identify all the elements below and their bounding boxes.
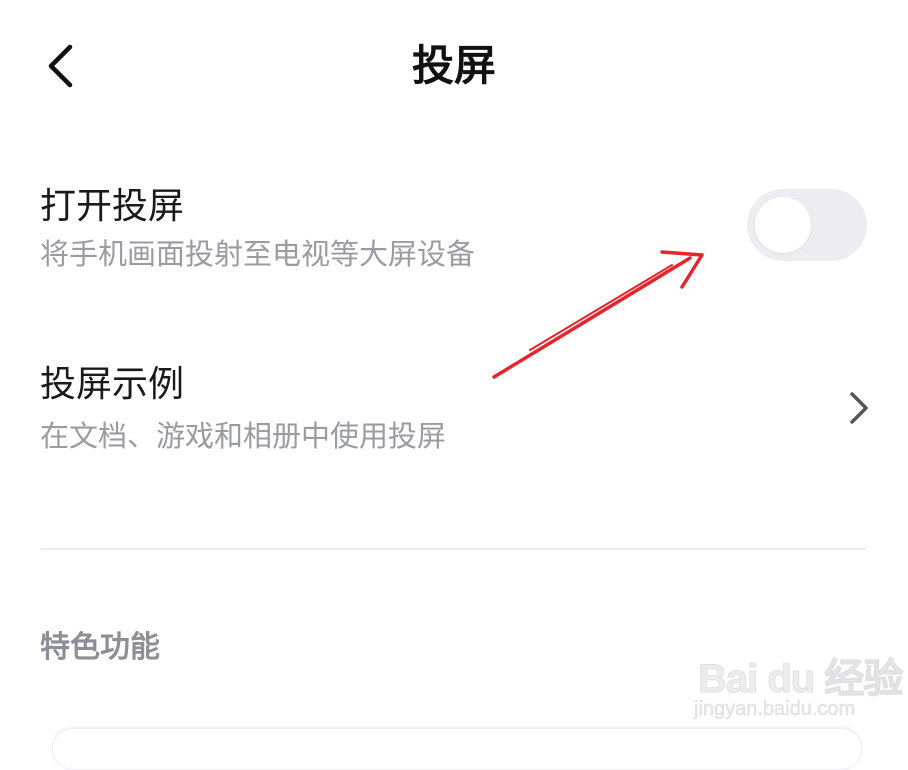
toggle-knob [755, 197, 811, 253]
chevron-right-icon [850, 392, 868, 424]
screen-cast-examples-row[interactable]: 投屏示例 在文档、游戏和相册中使用投屏 [0, 350, 908, 470]
row-title: 打开投屏 [40, 186, 185, 227]
page-title: 投屏 [411, 41, 496, 90]
row-subtitle: 将手机画面投射至电视等大屏设备 [40, 237, 476, 271]
baidu-jingyan-watermark: Bai du 经验 jingyan.baidu.com [690, 640, 904, 730]
screen-cast-toggle[interactable] [747, 189, 867, 261]
app-header: 投屏 [0, 0, 908, 140]
section-label: 特色功能 [40, 630, 160, 665]
row-subtitle: 在文档、游戏和相册中使用投屏 [40, 419, 447, 453]
feature-card[interactable] [52, 728, 862, 770]
watermark-url: jingyan.baidu.com [694, 698, 856, 721]
row-title: 投屏示例 [40, 364, 185, 405]
watermark-logo: Bai du 经验 [697, 657, 903, 702]
section-divider [40, 548, 866, 550]
